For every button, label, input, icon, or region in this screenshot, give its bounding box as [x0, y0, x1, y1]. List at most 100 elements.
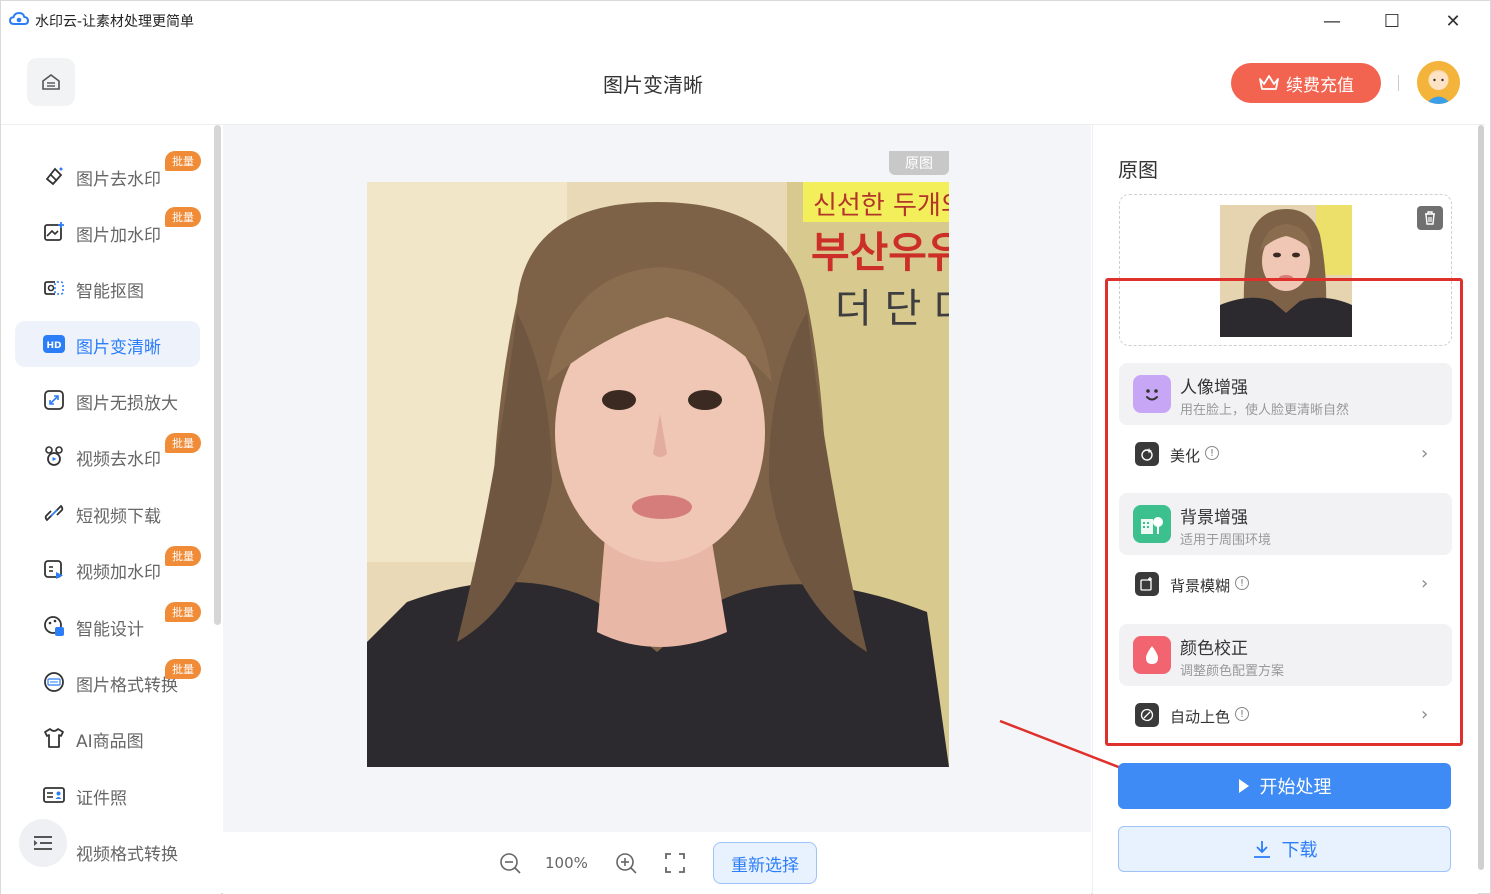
smiley-icon — [1133, 375, 1171, 413]
color-correction-card[interactable]: 颜色校正 调整颜色配置方案 — [1119, 624, 1452, 686]
zoom-level: 100% — [545, 854, 588, 872]
batch-badge: 批量 — [165, 207, 201, 227]
play-icon — [1238, 779, 1249, 793]
background-blur-option[interactable]: 背景模糊 ! › — [1119, 564, 1452, 606]
hd-glyph: HD — [46, 341, 61, 351]
sidebar-item-label: 图片去水印 — [76, 170, 161, 190]
sign-text-1: 신선한 두개의 일등 — [813, 191, 949, 221]
sidebar-item-label: 证件照 — [76, 789, 127, 809]
blur-icon — [1135, 572, 1159, 596]
sign-text-2: 부산우유 — [811, 228, 949, 277]
design-icon — [43, 615, 65, 637]
sidebar-item-label: 智能抠图 — [76, 282, 144, 302]
app-window: 水印云-让素材处理更简单 — ☐ ✕ 图片变清晰 续费充值 图片去水印 图片加水… — [0, 0, 1491, 894]
info-icon[interactable]: ! — [1235, 707, 1249, 721]
sidebar-item-label: 短视频下载 — [76, 507, 161, 527]
feature-desc: 适用于周围环境 — [1180, 533, 1272, 548]
delete-image-button[interactable] — [1417, 206, 1443, 230]
sign-text-3: 더 단 다 — [835, 286, 949, 332]
feature-title: 人像增强 — [1180, 378, 1248, 398]
batch-badge: 批量 — [165, 546, 201, 566]
info-icon[interactable]: ! — [1205, 446, 1219, 460]
chevron-right-icon: › — [1421, 704, 1429, 725]
sidebar-item-label: 图片变清晰 — [76, 338, 161, 358]
header: 图片变清晰 续费充值 — [1, 41, 1485, 125]
expand-icon — [43, 389, 65, 411]
zoom-out-button[interactable] — [497, 850, 523, 876]
option-label: 美化 — [1170, 447, 1201, 465]
option-label: 背景模糊 — [1170, 577, 1231, 595]
portrait-enhance-card[interactable]: 人像增强 用在脸上，使人脸更清晰自然 — [1119, 363, 1452, 425]
start-processing-label: 开始处理 — [1259, 777, 1332, 798]
user-avatar[interactable] — [1417, 61, 1460, 104]
zoom-in-button[interactable] — [613, 850, 639, 876]
feature-title: 背景增强 — [1180, 508, 1248, 528]
sidebar-scrollbar[interactable] — [214, 125, 221, 625]
original-thumbnail — [1220, 205, 1352, 337]
colorize-icon — [1135, 703, 1159, 727]
sidebar-item-label: 图片加水印 — [76, 226, 161, 246]
option-label: 自动上色 — [1170, 708, 1231, 726]
main-photo: 신선한 두개의 일등 부산우유 더 단 다 — [367, 182, 949, 767]
feature-desc: 用在脸上，使人脸更清晰自然 — [1180, 403, 1350, 418]
sidebar-item-label: AI商品图 — [76, 732, 144, 752]
panel-scrollbar[interactable] — [1478, 125, 1484, 870]
renew-vip-label: 续费充值 — [1286, 75, 1354, 96]
renew-vip-button[interactable]: 续费充值 — [1231, 63, 1381, 103]
link-icon — [43, 502, 65, 524]
close-button[interactable]: ✕ — [1438, 7, 1468, 35]
chevron-right-icon: › — [1421, 573, 1429, 594]
sidebar-item-label: 视频格式转换 — [76, 845, 178, 865]
sidebar-item-video-download[interactable]: 短视频下载 — [15, 490, 200, 536]
sidebar-item-label: 智能设计 — [76, 620, 144, 640]
menu-collapse-icon — [34, 836, 52, 850]
sidebar-item-label: 图片格式转换 — [76, 676, 178, 696]
video-add-icon — [43, 558, 65, 580]
sidebar-item-id-photo[interactable]: 证件照 — [15, 772, 200, 818]
minimize-button[interactable]: — — [1317, 7, 1347, 35]
hd-icon: HD — [43, 333, 65, 355]
fit-screen-button[interactable] — [662, 850, 688, 876]
jpg-convert-icon — [43, 671, 65, 693]
crown-icon — [1259, 75, 1279, 90]
download-button[interactable]: 下载 — [1118, 826, 1451, 872]
info-icon[interactable]: ! — [1235, 576, 1249, 590]
title-bar: 水印云-让素材处理更简单 — ☐ ✕ — [1, 1, 1491, 41]
avatar-face-icon — [1417, 61, 1460, 104]
image-canvas: 原图 신선한 두개의 일등 부산우유 더 단 다 — [223, 125, 1091, 832]
window-title: 水印云-让素材处理更简单 — [35, 14, 195, 30]
sidebar-item-cutout[interactable]: 智能抠图 — [15, 265, 200, 311]
panel-title: 原图 — [1118, 158, 1158, 182]
page-title: 图片变清晰 — [603, 73, 703, 97]
sidebar-item-label: 视频加水印 — [76, 563, 161, 583]
id-card-icon — [43, 784, 65, 806]
trash-icon — [1425, 211, 1435, 225]
sidebar-item-label: 视频去水印 — [76, 450, 161, 470]
sidebar-item-ai-product[interactable]: AI商品图 — [15, 715, 200, 761]
cutout-icon — [43, 277, 65, 299]
batch-badge: 批量 — [165, 659, 201, 679]
beautify-option[interactable]: 美化 ! › — [1119, 434, 1452, 476]
batch-badge: 批量 — [165, 602, 201, 622]
background-enhance-card[interactable]: 背景增强 适用于周围环境 — [1119, 493, 1452, 555]
zoom-toolbar: 100% 重新选择 — [223, 832, 1091, 894]
sidebar: 图片去水印 图片加水印 智能抠图 HD 图片变清晰 图片无损放大 视频去水印 短… — [1, 125, 221, 894]
header-divider — [1398, 75, 1399, 91]
sidebar-item-upscale[interactable]: 图片无损放大 — [15, 377, 200, 423]
feature-desc: 调整颜色配置方案 — [1180, 664, 1285, 679]
start-processing-button[interactable]: 开始处理 — [1118, 763, 1451, 809]
eraser-icon — [43, 165, 65, 187]
sidebar-item-enhance[interactable]: HD 图片变清晰 — [15, 321, 200, 367]
building-tree-icon — [1133, 505, 1171, 543]
reselect-button[interactable]: 重新选择 — [713, 842, 817, 884]
original-thumbnail-box — [1119, 194, 1452, 346]
sidebar-item-label: 图片无损放大 — [76, 394, 178, 414]
image-add-icon — [43, 221, 65, 243]
fullscreen-icon — [665, 853, 685, 873]
auto-colorize-option[interactable]: 自动上色 ! › — [1119, 695, 1452, 737]
beautify-icon — [1135, 442, 1159, 466]
maximize-button[interactable]: ☐ — [1377, 7, 1407, 35]
collapse-sidebar-button[interactable] — [19, 819, 67, 867]
original-tag: 原图 — [889, 151, 949, 175]
download-label: 下载 — [1281, 840, 1318, 861]
